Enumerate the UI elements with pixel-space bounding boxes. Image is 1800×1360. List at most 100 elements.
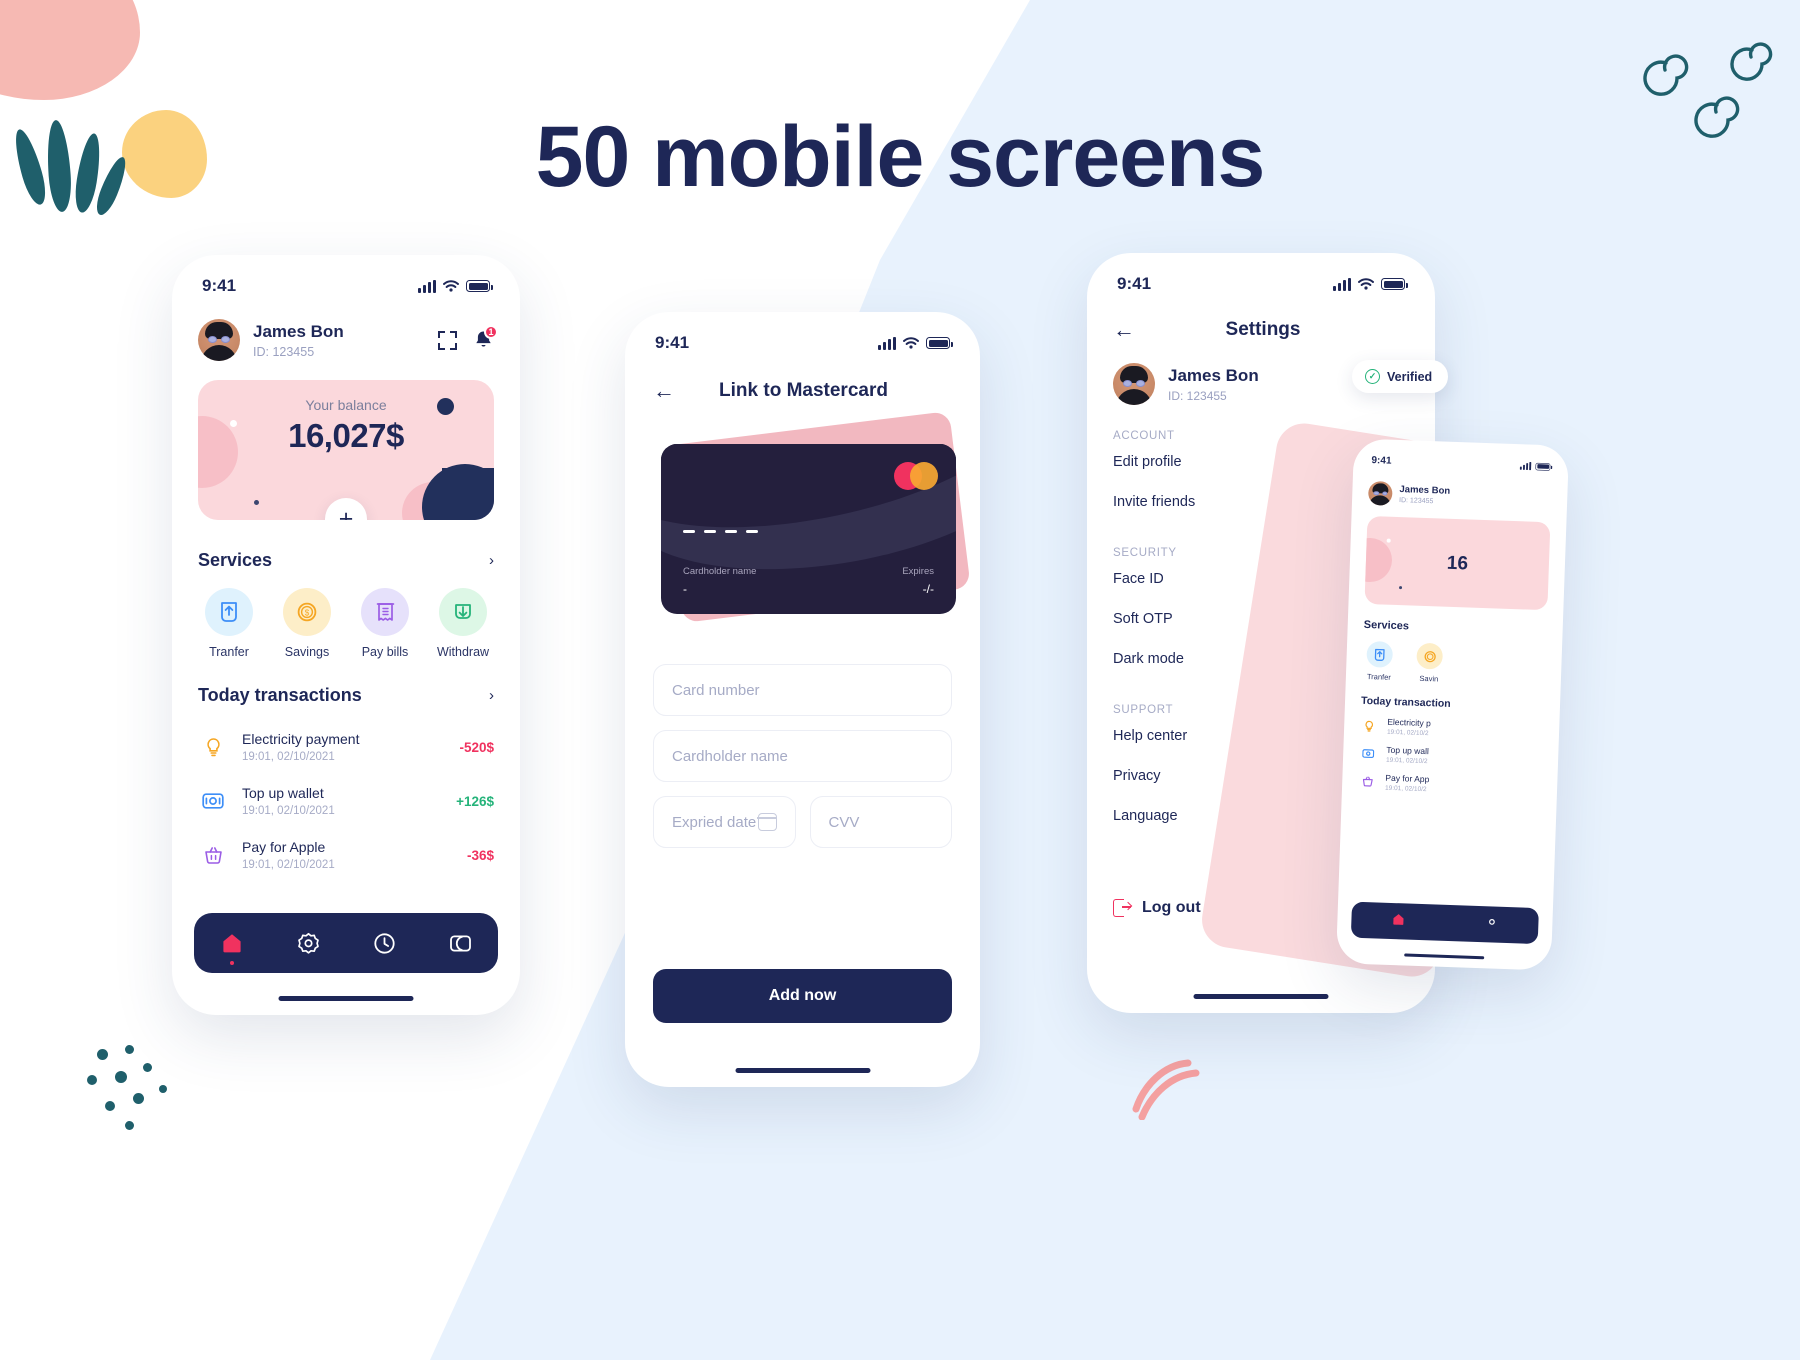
balance-amount: 16 <box>1446 552 1469 575</box>
battery-icon <box>1381 278 1408 290</box>
logout-icon <box>1113 899 1133 917</box>
status-icons <box>878 336 953 350</box>
status-bar: 9:41 <box>172 263 520 309</box>
services-title: Services <box>198 550 273 570</box>
header-actions: 1 <box>438 325 498 351</box>
avatar[interactable] <box>1113 363 1155 405</box>
scan-icon[interactable] <box>438 330 457 350</box>
expiry-placeholder: Expried date <box>672 813 757 831</box>
transaction-info: Electricity payment 19:01, 02/10/2021 <box>242 731 459 763</box>
battery-icon <box>1535 462 1551 470</box>
add-now-button[interactable]: Add now <box>653 969 952 1023</box>
transaction-name: Top up wallet <box>242 785 324 801</box>
credit-card: Cardholder name - Expires -/- <box>661 444 956 614</box>
svg-text:$: $ <box>305 609 310 618</box>
services-list: Tranfer $ Savings Pay bills Withdraw <box>198 588 494 659</box>
money-icon <box>1359 749 1377 759</box>
transfer-icon <box>205 588 253 636</box>
savings-icon: $ <box>283 588 331 636</box>
home-indicator <box>1193 994 1329 999</box>
expiry-date-input[interactable]: Expried date <box>653 796 796 848</box>
tab-home[interactable] <box>1391 912 1406 931</box>
signal-icon <box>878 336 896 350</box>
balance-label: Your balance <box>305 397 387 413</box>
basket-icon <box>198 846 228 865</box>
status-badge: ✓ Verified <box>1352 360 1449 393</box>
card-screen-header: ← Link to Mastercard <box>625 366 980 402</box>
withdraw-icon <box>439 588 487 636</box>
phone-mini-preview: 9:41 James Bon ID: 123455 16 Services Tr… <box>1335 438 1570 971</box>
table-row[interactable]: Top up wallet 19:01, 02/10/2021 +126$ <box>198 774 494 828</box>
transactions-title: Today transaction <box>1360 694 1451 710</box>
savings-icon <box>1416 642 1444 670</box>
list-item[interactable]: Top up wall 19:01, 02/10/2 <box>1359 744 1543 769</box>
transaction-time: 19:01, 02/10/2 <box>1384 784 1427 794</box>
status-time: 9:41 <box>202 276 237 295</box>
service-item-paybills[interactable]: Pay bills <box>354 588 416 659</box>
status-bar: 9:41 <box>1087 261 1435 307</box>
add-money-button[interactable]: + <box>325 498 367 520</box>
service-item-withdraw[interactable]: Withdraw <box>432 588 494 659</box>
tab-settings[interactable] <box>295 930 321 956</box>
mastercard-icon <box>894 462 938 490</box>
card-form: Card number Cardholder name Expried date… <box>653 664 952 862</box>
user-id: ID: 123455 <box>253 344 315 359</box>
cardholder-name-input[interactable]: Cardholder name <box>653 730 952 782</box>
expires-value: -/- <box>922 582 934 596</box>
home-indicator <box>278 996 414 1001</box>
cardholder-label: Cardholder name <box>683 566 757 577</box>
list-item[interactable]: Pay for App 19:01, 02/10/2 <box>1358 772 1542 797</box>
service-item-transfer[interactable]: Tranfer <box>1362 640 1397 682</box>
service-item-transfer[interactable]: Tranfer <box>198 588 260 659</box>
swoosh-decoration <box>1132 1059 1200 1120</box>
chevron-right-icon[interactable]: › <box>489 552 494 569</box>
tab-card[interactable] <box>447 930 473 956</box>
cvv-input[interactable]: CVV <box>809 796 952 848</box>
transfer-icon <box>1366 640 1394 668</box>
logout-button[interactable]: Log out <box>1113 899 1201 917</box>
service-item-savings[interactable]: $ Savings <box>276 588 338 659</box>
calendar-icon[interactable] <box>756 813 778 831</box>
dot-cluster-decoration <box>85 1045 195 1135</box>
transaction-amount: +126$ <box>456 793 494 809</box>
user-info: James Bon ID: 123455 <box>253 322 438 359</box>
tab-home[interactable] <box>219 930 245 965</box>
chevron-right-icon[interactable]: › <box>489 687 494 704</box>
transaction-time: 19:01, 02/10/2021 <box>242 805 335 817</box>
service-label: Savin <box>1419 673 1439 684</box>
status-icons <box>418 279 493 293</box>
list-item[interactable]: Electricity p 19:01, 02/10/2 <box>1360 716 1544 741</box>
signal-icon <box>418 279 436 293</box>
card-preview: Cardholder name - Expires -/- <box>653 410 971 624</box>
basket-icon <box>1358 776 1376 788</box>
transactions-title: Today transactions <box>198 685 362 705</box>
service-item-savings[interactable]: Savin <box>1412 642 1447 684</box>
home-header: James Bon ID: 123455 1 <box>172 309 520 361</box>
status-bar: 9:41 <box>625 320 980 366</box>
notification-badge: 1 <box>484 325 498 339</box>
user-info: James Bon ID: 123455 <box>1168 366 1259 403</box>
verified-badge-wrap: ✓ Verified <box>1352 360 1449 393</box>
user-name: James Bon <box>253 321 344 341</box>
back-arrow-icon[interactable]: ← <box>1113 319 1135 341</box>
bell-icon[interactable]: 1 <box>473 325 498 351</box>
table-row[interactable]: Pay for Apple 19:01, 02/10/2021 -36$ <box>198 828 494 882</box>
tab-history[interactable] <box>371 930 397 956</box>
page-title: 50 mobile screens <box>535 109 1266 205</box>
card-number-input[interactable]: Card number <box>653 664 952 716</box>
settings-header: ← Settings <box>1087 307 1435 341</box>
transaction-time: 19:01, 02/10/2021 <box>242 859 335 871</box>
avatar[interactable] <box>198 319 240 361</box>
transaction-name: Electricity p <box>1387 716 1431 729</box>
transaction-info: Pay for Apple 19:01, 02/10/2021 <box>242 839 467 871</box>
verified-label: Verified <box>1387 369 1433 384</box>
check-circle-icon: ✓ <box>1365 369 1380 384</box>
user-name: James Bon <box>1168 365 1259 385</box>
service-label: Withdraw <box>436 645 490 659</box>
mini-header: James Bon ID: 123455 <box>1352 474 1568 511</box>
tab-settings[interactable] <box>1485 915 1499 933</box>
back-arrow-icon[interactable]: ← <box>653 380 675 402</box>
table-row[interactable]: Electricity payment 19:01, 02/10/2021 -5… <box>198 720 494 774</box>
phone-card-screen: 9:41 ← Link to Mastercard Cardholder nam <box>625 312 980 1087</box>
user-id: ID: 123455 <box>1398 497 1434 506</box>
